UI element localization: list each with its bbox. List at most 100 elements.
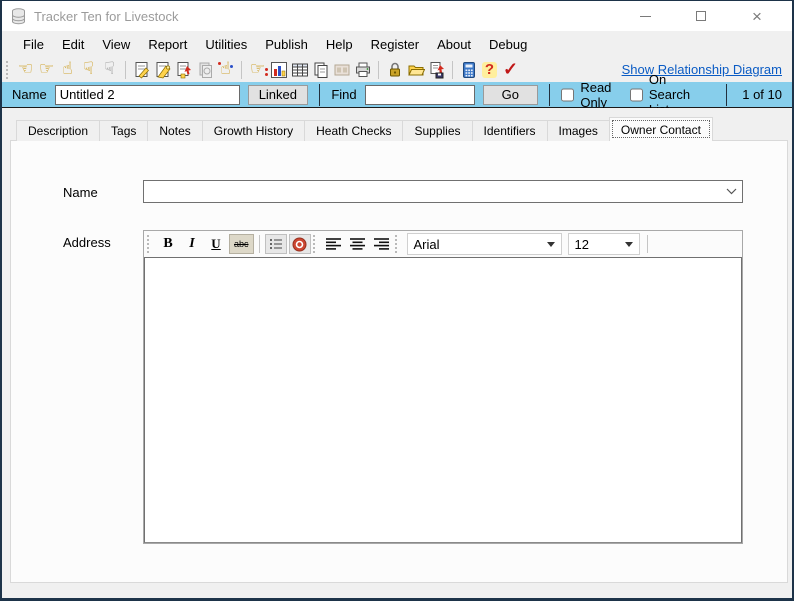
hand-point-down-outline-icon[interactable]: ☟ <box>99 60 120 80</box>
toolbar-separator <box>452 60 453 79</box>
record-bar-separator <box>319 83 321 106</box>
toolbar-separator <box>378 60 379 79</box>
question-mark: ? <box>482 61 497 78</box>
rtf-toolbar: B I U abc Arial 12 <box>144 231 742 257</box>
bar-chart-icon[interactable] <box>268 60 289 80</box>
chevron-down-icon[interactable] <box>720 188 742 195</box>
app-database-icon <box>12 7 25 24</box>
owner-name-label: Name <box>63 185 98 200</box>
tab-owner-contact[interactable]: Owner Contact <box>608 117 713 141</box>
delete-hand-sparkle-icon[interactable]: ☝ <box>215 60 236 80</box>
font-name-select[interactable]: Arial <box>406 233 562 255</box>
export-save-icon[interactable] <box>426 60 447 80</box>
toolbar-grip <box>6 60 10 79</box>
menu-item-debug[interactable]: Debug <box>480 33 536 56</box>
bullet-list-button[interactable] <box>264 234 287 254</box>
font-size-select[interactable]: 12 <box>567 233 640 255</box>
open-folder-icon[interactable] <box>405 60 426 80</box>
window-title: Tracker Ten for Livestock <box>34 8 179 24</box>
copy-pages-icon[interactable] <box>310 60 331 80</box>
tab-notes[interactable]: Notes <box>147 120 203 141</box>
read-only-checkbox[interactable] <box>561 87 575 102</box>
menu-item-report[interactable]: Report <box>139 33 196 56</box>
sign-record-icon[interactable] <box>152 60 173 80</box>
record-bar-separator <box>548 83 551 106</box>
maximize-button[interactable] <box>690 5 712 27</box>
menu-item-utilities[interactable]: Utilities <box>196 33 256 56</box>
rtf-separator <box>646 235 648 253</box>
dropdown-arrow-icon <box>546 241 555 247</box>
edit-record-icon[interactable] <box>131 60 152 80</box>
read-only-label: Read Only <box>580 79 612 110</box>
tab-description[interactable]: Description <box>16 120 101 141</box>
find-input[interactable] <box>364 84 475 105</box>
printer-icon[interactable] <box>352 60 373 80</box>
tab-heath-checks[interactable]: Heath Checks <box>304 120 404 141</box>
content-area: Description Tags Notes Growth History He… <box>2 108 792 598</box>
bold-button[interactable]: B <box>157 234 179 254</box>
menu-item-register[interactable]: Register <box>362 33 428 56</box>
menu-item-help[interactable]: Help <box>317 33 362 56</box>
tab-images[interactable]: Images <box>546 120 610 141</box>
align-left-button[interactable] <box>323 234 345 254</box>
help-question-icon[interactable]: ? <box>479 60 500 80</box>
red-o-button[interactable] <box>288 234 311 254</box>
goto-record-icon[interactable]: ☞ <box>247 60 268 80</box>
record-name-label: Name <box>12 87 47 102</box>
toolbar-separator <box>241 60 242 79</box>
linked-button[interactable]: Linked <box>247 84 308 105</box>
read-only-checkbox-group: Read Only <box>561 80 616 110</box>
tab-growth-history[interactable]: Growth History <box>201 120 306 141</box>
close-button[interactable]: × <box>746 5 768 27</box>
hand-point-up-icon[interactable]: ☝ <box>57 60 78 80</box>
menu-item-publish[interactable]: Publish <box>256 33 317 56</box>
record-bar: Name Linked Find Go Read Only On Search … <box>2 72 792 117</box>
owner-address-label: Address <box>63 235 111 250</box>
address-textarea[interactable] <box>144 257 742 543</box>
title-bar: Tracker Ten for Livestock × <box>2 1 792 31</box>
window-controls: × <box>634 5 786 27</box>
toolbar-separator <box>125 60 126 79</box>
hand-point-down-icon[interactable]: ☟ <box>78 60 99 80</box>
save-record-icon[interactable] <box>173 60 194 80</box>
on-search-list-checkbox[interactable] <box>629 87 643 102</box>
minimize-button[interactable] <box>634 5 656 27</box>
align-right-button[interactable] <box>371 234 393 254</box>
padlock-icon[interactable] <box>384 60 405 80</box>
tab-identifiers[interactable]: Identifiers <box>471 120 548 141</box>
tab-tags[interactable]: Tags <box>99 120 149 141</box>
hand-point-left-icon[interactable]: ☜ <box>15 60 36 80</box>
copy-record-disabled-icon[interactable] <box>194 60 215 80</box>
menu-bar: File Edit View Report Utilities Publish … <box>2 31 792 57</box>
record-counter: 1 of 10 <box>742 87 782 102</box>
rtf-separator <box>258 235 260 253</box>
menu-item-edit[interactable]: Edit <box>53 33 93 56</box>
align-center-button[interactable] <box>347 234 369 254</box>
app-window: Tracker Ten for Livestock × File Edit Vi… <box>0 0 794 601</box>
font-size-value: 12 <box>574 236 589 252</box>
dropdown-arrow-icon <box>624 241 633 247</box>
owner-name-combobox[interactable] <box>143 180 743 203</box>
go-button[interactable]: Go <box>482 84 538 105</box>
rtf-toolbar-grip <box>312 235 317 253</box>
table-grid-icon[interactable] <box>289 60 310 80</box>
red-checkmark-icon[interactable]: ✓ <box>500 59 521 80</box>
owner-contact-tab-page: Name Address B I U abc Arial 12 <box>10 140 788 583</box>
rtf-toolbar-grip <box>147 235 151 253</box>
record-bar-separator <box>725 83 728 106</box>
rtf-toolbar-grip <box>394 235 399 253</box>
hand-point-right-icon[interactable]: ☞ <box>36 60 57 80</box>
calculator-icon[interactable] <box>458 60 479 80</box>
menu-item-view[interactable]: View <box>93 33 139 56</box>
find-label: Find <box>331 87 357 102</box>
tab-strip: Description Tags Notes Growth History He… <box>10 116 784 141</box>
film-strip-disabled-icon[interactable] <box>331 60 352 80</box>
underline-button[interactable]: U <box>205 234 227 254</box>
menu-item-file[interactable]: File <box>14 33 53 56</box>
italic-button[interactable]: I <box>181 234 203 254</box>
menu-item-about[interactable]: About <box>428 33 480 56</box>
record-name-input[interactable] <box>54 84 240 105</box>
tab-supplies[interactable]: Supplies <box>402 120 473 141</box>
strikethrough-button[interactable]: abc <box>229 234 254 254</box>
address-rich-text-editor: B I U abc Arial 12 <box>143 230 743 544</box>
